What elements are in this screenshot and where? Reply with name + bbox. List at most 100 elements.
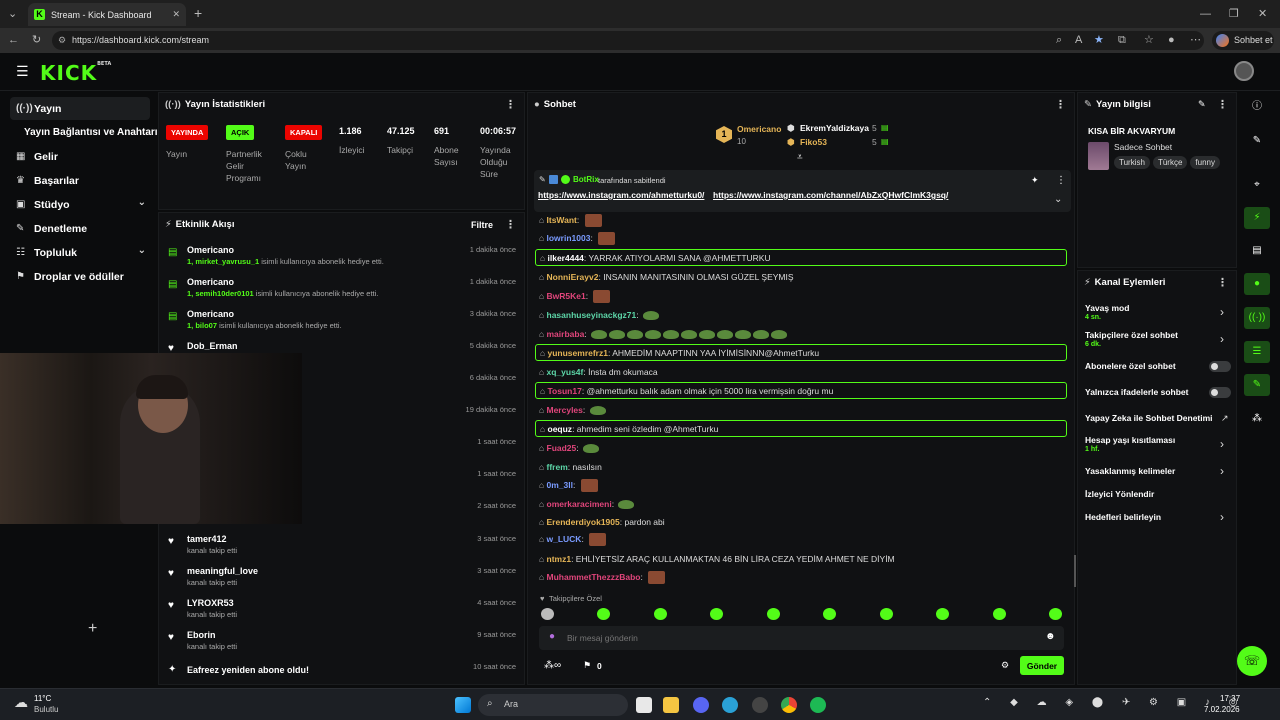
category-name[interactable]: Sadece Sohbet [1114, 142, 1172, 152]
chat-username[interactable]: NonniErayv2 [547, 272, 599, 282]
emote-quick-pick[interactable] [993, 608, 1006, 620]
channel-action-item[interactable]: Yapay Zeka ile Sohbet Denetimi [1085, 413, 1213, 423]
emote-quick-pick[interactable] [767, 608, 780, 620]
filter-button[interactable]: Filtre [471, 220, 493, 230]
discord-icon[interactable] [693, 697, 709, 713]
sidebar-item-drops[interactable]: ⚑ Droplar ve ödüller [10, 265, 150, 288]
emote-quick-pick[interactable] [1049, 608, 1062, 620]
chat-username[interactable]: MuhammetThezzzBabo [547, 572, 641, 582]
wrench-icon[interactable]: ✎ [1244, 374, 1270, 396]
tab-list-icon[interactable]: ⌄ [8, 7, 17, 21]
url-field[interactable]: ⚙ https://dashboard.kick.com/stream [52, 31, 1204, 50]
activity-user[interactable]: Eborin [187, 630, 216, 640]
chat-input[interactable]: ● ☻ [539, 626, 1064, 650]
chat-username[interactable]: yunusemrefrz1 [548, 348, 608, 358]
activity-user[interactable]: Eafreez yeniden abone oldu! [187, 665, 309, 675]
chat-message[interactable]: ⌂ Erenderdiyok1905: pardon abi [539, 516, 1067, 528]
leader-1-name[interactable]: Omericano [737, 124, 781, 134]
chrome-icon[interactable] [781, 697, 797, 713]
info-icon[interactable]: ⓘ [1244, 96, 1270, 118]
chat-message[interactable]: ⌂ Fuad25: [539, 442, 1067, 454]
channel-action-item[interactable]: İzleyici Yönlendir [1085, 489, 1154, 499]
chat-username[interactable]: Erenderdiyok1905 [547, 517, 620, 527]
chat-username[interactable]: Fuad25 [547, 443, 577, 453]
chat-message[interactable]: ⌂ Mercyles: [539, 404, 1067, 416]
microphone-icon[interactable]: ● [549, 631, 555, 642]
channel-action-item[interactable]: Yasaklanmış kelimeler [1085, 466, 1175, 476]
edit-icon[interactable]: ✎ [1198, 99, 1206, 110]
window-close-icon[interactable]: ✕ [1258, 7, 1267, 21]
tag[interactable]: Turkish [1114, 156, 1150, 169]
kick-logo[interactable]: KICKBETA [40, 61, 111, 85]
chevron-right-icon[interactable]: › [1220, 437, 1224, 451]
channel-action-item[interactable]: Takipçilere özel sohbet 6 dk. [1085, 330, 1178, 348]
reload-icon[interactable]: ↻ [32, 33, 41, 47]
chat-message[interactable]: ⌂ ntmz1: EHLİYETSİZ ARAÇ KULLANMAKTAN 46… [539, 553, 1067, 565]
browser-tab[interactable]: K Stream - Kick Dashboard ✕ [28, 3, 186, 26]
leader-2-name[interactable]: EkremYaldizkaya [800, 123, 869, 133]
chat-message[interactable]: ⌂ ItsWant: [539, 214, 1067, 228]
tag[interactable]: Türkçe [1152, 156, 1188, 169]
activity-item[interactable]: ♥ Eborin kanalı takip etti 9 saat önce [164, 630, 520, 660]
chat-menu-icon[interactable]: ⋮ [1055, 98, 1066, 111]
gift-recipient[interactable]: bilo07 [195, 321, 217, 330]
stats-menu-icon[interactable]: ⋮ [505, 98, 516, 111]
chat-username[interactable]: ntmz1 [547, 554, 572, 564]
stream-info-menu-icon[interactable]: ⋮ [1217, 98, 1228, 111]
chat-scrollbar[interactable] [1074, 555, 1076, 587]
chevron-down-icon[interactable]: ⩡ [797, 152, 803, 163]
activity-user[interactable]: tamer412 [187, 534, 227, 544]
back-icon[interactable]: ← [8, 33, 19, 47]
hamburger-menu-icon[interactable]: ☰ [16, 63, 29, 80]
channel-action-item[interactable]: Yalnızca ifadelerle sohbet [1085, 387, 1188, 397]
activity-item[interactable]: ▤ Omericano 1, mirket_yavrusu_1 isimli kul… [164, 245, 520, 275]
chat-message[interactable]: ⌂ yunusemrefrz1: AHMEDİM NAAPTINN YAA İY… [535, 344, 1067, 361]
chat-username[interactable]: hasanhuseyinackgz71 [547, 310, 637, 320]
pinned-menu-icon[interactable]: ⋮ [1056, 175, 1066, 186]
pin-toggle-icon[interactable]: ✦ [1031, 175, 1039, 186]
channel-action-item[interactable]: Hesap yaşı kısıtlaması 1 hf. [1085, 435, 1175, 453]
community-icon[interactable]: ⁂∞ [544, 660, 561, 671]
zoom-icon[interactable]: ⌕ [1056, 33, 1062, 47]
chat-username[interactable]: oequz [548, 424, 573, 434]
emote-quick-pick[interactable] [936, 608, 949, 620]
support-button[interactable]: ☏ [1237, 646, 1267, 676]
chat-bubble-icon[interactable]: ● [1244, 273, 1270, 295]
chat-username[interactable]: BwR5Ke1 [547, 291, 586, 301]
channel-action-item[interactable]: Abonelere özel sohbet [1085, 361, 1176, 371]
chat-message-field[interactable] [567, 630, 1007, 646]
chat-username[interactable]: ItsWant [547, 215, 577, 225]
emoji-icon[interactable]: ☻ [1045, 631, 1056, 642]
taskbar-search[interactable]: ⌕ Ara [478, 694, 628, 716]
chat-message[interactable]: ⌂ NonniErayv2: INSANIN MANITASININ OLMAS… [539, 271, 1067, 283]
toggle-switch[interactable] [1209, 361, 1231, 372]
chat-username[interactable]: xq_yus4f [547, 367, 584, 377]
clipboard-icon[interactable]: ▤ [1244, 240, 1270, 262]
favorites-icon[interactable]: ☆ [1144, 33, 1154, 47]
layout-icon[interactable]: ☰ [1244, 341, 1270, 363]
activity-item[interactable]: ▤ Omericano 1, bilo07 isimli kullanıcıya a… [164, 309, 520, 339]
channel-actions-menu-icon[interactable]: ⋮ [1217, 276, 1228, 289]
sidebar-item-stream-key[interactable]: Yayın Bağlantısı ve Anahtarı [10, 121, 158, 144]
pinned-link-1[interactable]: https://www.instagram.com/ahmetturku0/ [538, 190, 704, 200]
gift-icon[interactable]: ⚑ [583, 660, 591, 671]
activity-user[interactable]: LYROXR53 [187, 598, 234, 608]
chat-username[interactable]: mairbaba [547, 329, 585, 339]
sidebar-item-achievements[interactable]: ♛ Başarılar [10, 169, 150, 192]
edge-icon[interactable] [722, 697, 738, 713]
community-icon[interactable]: ⁂ [1244, 408, 1270, 430]
extensions-icon[interactable]: ⧉ [1118, 33, 1126, 47]
clock-time[interactable]: 17:37 [1220, 694, 1240, 703]
tab-close-icon[interactable]: ✕ [172, 9, 180, 20]
pinned-expand-icon[interactable]: ⌄ [1054, 194, 1062, 205]
emote-quick-pick[interactable] [880, 608, 893, 620]
edit-icon[interactable]: ✎ [1244, 130, 1270, 152]
read-aloud-icon[interactable]: A [1075, 33, 1082, 47]
chat-message[interactable]: ⌂ xq_yus4f: İnsta dm okumaca [539, 366, 1067, 378]
sidebar-item-studio[interactable]: ▣ Stüdyo ⌄ [10, 193, 150, 216]
minimize-icon[interactable]: — [1200, 7, 1211, 21]
chat-username[interactable]: ilker4444 [548, 253, 584, 263]
activity-item[interactable]: ▤ Omericano 1, semih10der0101 isimli kulla… [164, 277, 520, 307]
chat-message[interactable]: ⌂ Tosun17: @ahmetturku balık adam olmak … [535, 382, 1067, 399]
chat-message[interactable]: ⌂ mairbaba: [539, 328, 1067, 340]
